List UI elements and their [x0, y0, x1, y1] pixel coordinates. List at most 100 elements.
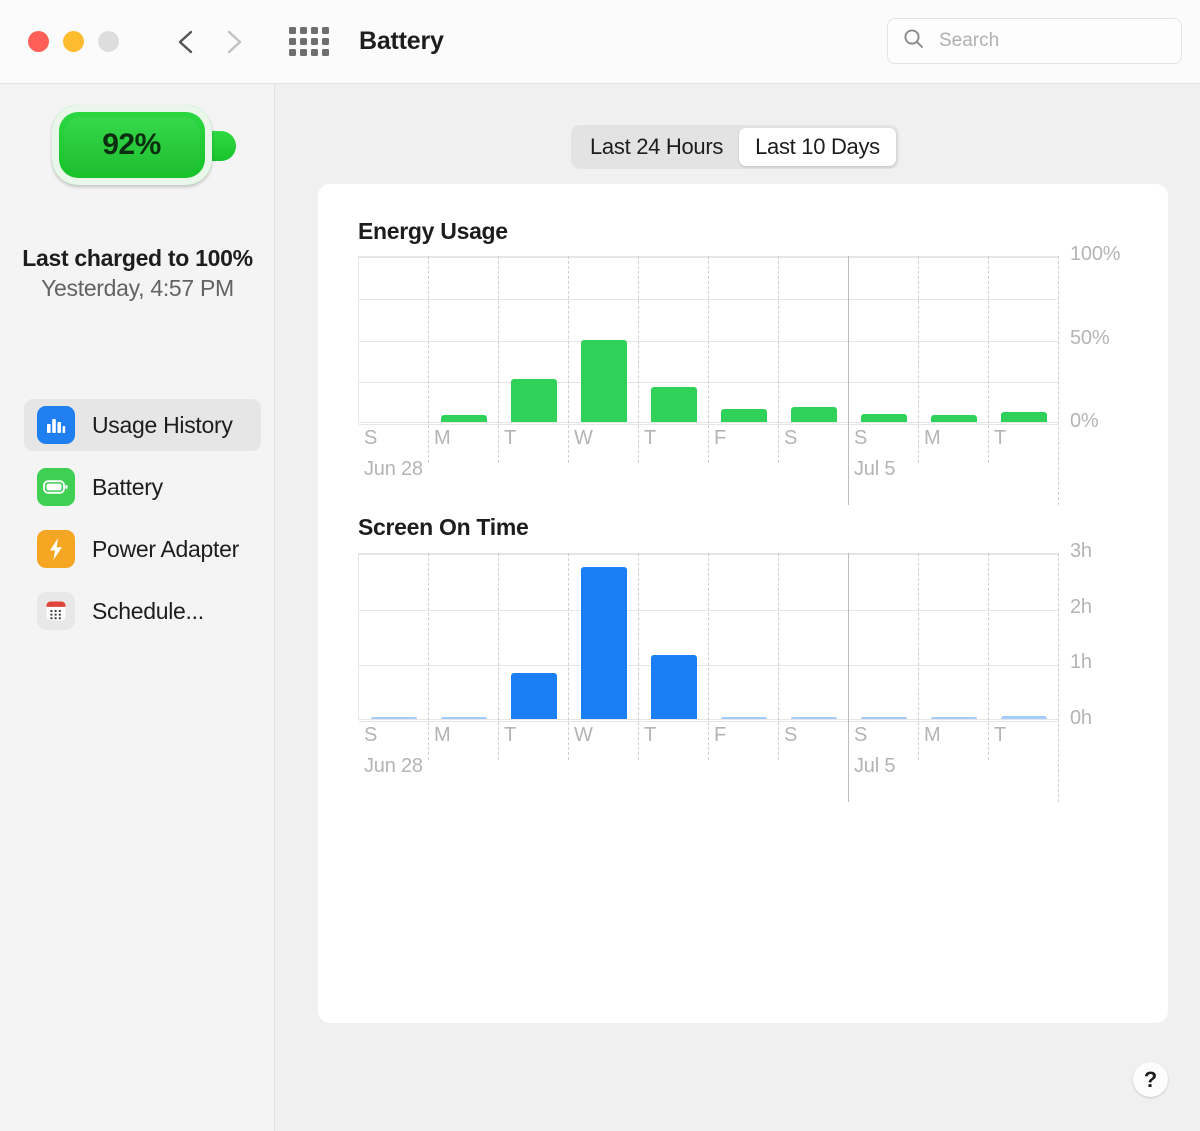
- close-button[interactable]: [28, 31, 49, 52]
- minimize-button[interactable]: [63, 31, 84, 52]
- chevron-left-icon[interactable]: [173, 27, 199, 57]
- y-axis-tick-label: 50%: [1070, 326, 1110, 349]
- y-axis-tick-label: 0%: [1070, 410, 1099, 432]
- plot-right-edge: [1058, 256, 1059, 505]
- last-charged-info: Last charged to 100% Yesterday, 4:57 PM: [0, 245, 275, 302]
- grid-dot: [322, 49, 329, 56]
- time-range-segmented-control: Last 24 Hours Last 10 Days: [571, 125, 899, 169]
- x-axis-day-label: S: [854, 427, 868, 449]
- x-axis-week-label: Jul 5: [854, 755, 896, 777]
- tab-last-10-days[interactable]: Last 10 Days: [739, 128, 896, 166]
- energy-usage-title: Energy Usage: [358, 218, 508, 244]
- chart-bar: [440, 717, 488, 719]
- week-separator: [848, 256, 849, 505]
- battery-icon: [37, 468, 75, 506]
- chart-bar: [930, 415, 978, 422]
- sidebar-item-power-adapter[interactable]: Power Adapter: [24, 523, 261, 575]
- gridline-vertical: [568, 256, 569, 463]
- bolt-icon: [37, 530, 75, 568]
- chart-bar: [580, 340, 628, 422]
- chart-bar: [860, 717, 908, 719]
- sidebar-item-label: Schedule...: [92, 597, 204, 624]
- gridline-vertical: [568, 553, 569, 760]
- chart-bar: [580, 567, 628, 719]
- gridline-vertical: [498, 553, 499, 760]
- y-axis-tick-label: 1h: [1070, 651, 1092, 674]
- plot-right-edge: [1058, 553, 1059, 802]
- gridline-vertical: [918, 256, 919, 463]
- chart-bar: [650, 654, 698, 719]
- x-axis-day-label: S: [854, 724, 868, 746]
- grid-dot: [311, 49, 318, 56]
- app-grid-icon[interactable]: [289, 27, 329, 56]
- gridline-vertical: [988, 553, 989, 760]
- chart-bar: [720, 408, 768, 422]
- sidebar-item-battery[interactable]: Battery: [24, 461, 261, 513]
- sidebar-item-label: Power Adapter: [92, 535, 239, 562]
- page-title: Battery: [359, 27, 444, 55]
- zoom-button[interactable]: [98, 31, 119, 52]
- help-button[interactable]: ?: [1133, 1062, 1168, 1097]
- grid-dot: [322, 38, 329, 45]
- x-axis-day-label: S: [784, 724, 798, 746]
- grid-dot: [289, 49, 296, 56]
- x-axis-day-label: F: [714, 724, 727, 746]
- screen-on-time-chart: 0h 1h 2h 3h S M T W T F S S M T Jun 28 Jul 5: [358, 540, 1128, 802]
- chart-bar: [930, 717, 978, 719]
- energy-usage-chart: 0% 50% 100% S M T W T F S S M T Jun 28 Jul 5: [358, 243, 1128, 505]
- chart-bar: [860, 413, 908, 422]
- x-axis-day-label: M: [924, 724, 941, 746]
- chart-bar: [440, 415, 488, 422]
- x-axis-day-label: T: [994, 427, 1007, 449]
- x-axis-day-label: T: [644, 427, 657, 449]
- x-axis-day-label: W: [574, 427, 593, 449]
- sidebar-item-usage-history[interactable]: Usage History: [24, 399, 261, 451]
- x-axis-day-label: S: [364, 427, 378, 449]
- gridline-vertical: [428, 553, 429, 760]
- grid-dot: [289, 38, 296, 45]
- grid-dot: [322, 27, 329, 34]
- x-axis-week-label: Jul 5: [854, 458, 896, 480]
- battery-icon: 92%: [38, 95, 238, 195]
- x-axis-day-label: M: [434, 724, 451, 746]
- chevron-right-icon[interactable]: [221, 27, 247, 57]
- x-axis-day-label: T: [504, 427, 517, 449]
- y-axis-tick-label: 2h: [1070, 595, 1092, 618]
- sidebar-item-schedule[interactable]: Schedule...: [24, 585, 261, 637]
- tab-last-24-hours[interactable]: Last 24 Hours: [574, 128, 739, 166]
- title-bar: Battery Search: [0, 0, 1200, 84]
- battery-body: 92%: [51, 105, 212, 185]
- chart-bar: [790, 717, 838, 719]
- y-axis-tick-label: 0h: [1070, 707, 1092, 729]
- sidebar-item-label: Battery: [92, 473, 163, 500]
- grid-dot: [300, 27, 307, 34]
- gridline-vertical: [778, 256, 779, 463]
- gridline-vertical: [498, 256, 499, 463]
- grid-dot: [300, 49, 307, 56]
- last-charged-time: Yesterday, 4:57 PM: [41, 275, 234, 301]
- x-axis-day-label: T: [994, 724, 1007, 746]
- gridline-vertical: [988, 256, 989, 463]
- chart-bar: [650, 386, 698, 422]
- chart-bar: [1000, 715, 1048, 719]
- gridline-vertical: [638, 553, 639, 760]
- gridline-vertical: [778, 553, 779, 760]
- chart-bar: [510, 673, 558, 719]
- last-charged-title: Last charged to 100%: [22, 245, 253, 271]
- grid-dot: [300, 38, 307, 45]
- x-axis-day-label: T: [504, 724, 517, 746]
- gridline-vertical: [708, 256, 709, 463]
- gridline-vertical: [708, 553, 709, 760]
- chart-bar: [370, 717, 418, 719]
- y-axis-tick-label: 100%: [1070, 243, 1121, 265]
- screen-on-time-title: Screen On Time: [358, 514, 529, 540]
- grid-dot: [311, 27, 318, 34]
- search-field[interactable]: Search: [887, 18, 1182, 64]
- x-axis-day-label: F: [714, 427, 727, 449]
- battery-hero: 92%: [0, 95, 275, 195]
- battery-nub: [207, 131, 236, 161]
- x-axis-day-label: S: [364, 724, 378, 746]
- battery-percent-label: 92%: [102, 128, 161, 161]
- grid-dot: [289, 27, 296, 34]
- traffic-lights: [28, 31, 119, 52]
